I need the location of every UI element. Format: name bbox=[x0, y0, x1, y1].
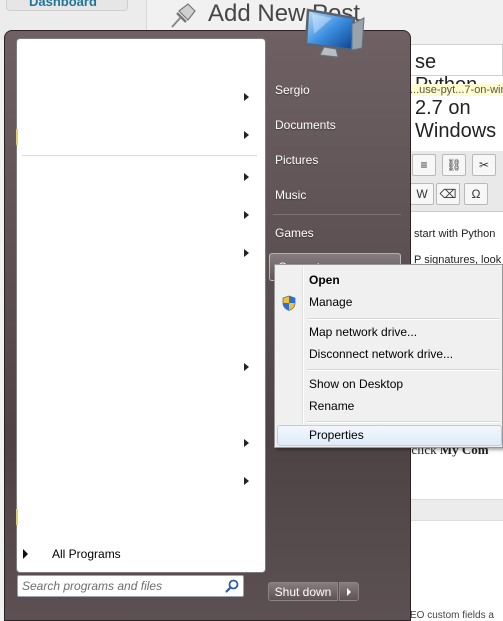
context-item-show-on-desktop[interactable]: Show on Desktop bbox=[277, 374, 502, 395]
computer-icon bbox=[304, 8, 365, 58]
submenu-arrow-icon[interactable] bbox=[244, 173, 249, 181]
chevron-right-icon bbox=[347, 588, 351, 596]
pinned-marker bbox=[16, 129, 18, 145]
eraser-button[interactable]: ⌫ bbox=[436, 183, 460, 205]
context-item-properties[interactable]: Properties bbox=[277, 425, 502, 446]
start-item-user[interactable]: Sergio bbox=[267, 76, 402, 104]
search-input[interactable] bbox=[22, 578, 212, 594]
submenu-arrow-icon[interactable] bbox=[244, 249, 249, 257]
editor-divider bbox=[410, 499, 503, 521]
pushpin-icon bbox=[171, 3, 196, 28]
all-programs-arrow-icon[interactable] bbox=[23, 549, 28, 559]
context-menu: Open Manage Map network drive... Disconn… bbox=[274, 264, 503, 448]
context-item-rename[interactable]: Rename bbox=[277, 396, 502, 417]
context-separator bbox=[307, 318, 500, 320]
permalink-slug: ...use-pyt...7-on-wir bbox=[410, 84, 503, 96]
start-item-pictures[interactable]: Pictures bbox=[267, 146, 402, 174]
start-menu-separator bbox=[273, 214, 401, 215]
context-separator bbox=[307, 421, 500, 423]
context-item-disconnect-network-drive[interactable]: Disconnect network drive... bbox=[277, 344, 502, 365]
post-title-input[interactable]: se Python 2.7 on Windows bbox=[410, 44, 503, 142]
programs-separator bbox=[22, 155, 257, 156]
context-item-manage[interactable]: Manage bbox=[277, 292, 502, 313]
submenu-arrow-icon[interactable] bbox=[244, 477, 249, 485]
context-item-open[interactable]: Open bbox=[277, 270, 502, 291]
programs-panel: All Programs bbox=[16, 38, 266, 573]
special-char-button[interactable]: Ω bbox=[464, 183, 488, 205]
sidebar-item-label: Dashboard bbox=[29, 0, 97, 9]
align-justify-button[interactable]: ≡ bbox=[412, 154, 436, 176]
submenu-arrow-icon[interactable] bbox=[244, 211, 249, 219]
submenu-arrow-icon[interactable] bbox=[244, 439, 249, 447]
editor-text-line: start with Python bbox=[414, 228, 496, 240]
permalink[interactable]: ...use-pyt...7-on-wir bbox=[410, 84, 503, 96]
start-item-games[interactable]: Games bbox=[267, 219, 402, 247]
submenu-arrow-icon[interactable] bbox=[244, 93, 249, 101]
submenu-arrow-icon[interactable] bbox=[244, 131, 249, 139]
paste-word-button[interactable]: W bbox=[410, 183, 434, 205]
context-item-map-network-drive[interactable]: Map network drive... bbox=[277, 322, 502, 343]
pinned-marker bbox=[16, 509, 18, 525]
shutdown-options-button[interactable] bbox=[339, 582, 359, 601]
search-icon[interactable] bbox=[224, 578, 240, 594]
insert-link-button[interactable]: ⛓ bbox=[442, 154, 466, 176]
all-programs-button[interactable]: All Programs bbox=[52, 547, 121, 561]
editor-toolbar: ≡ ⛓ ✂ W ⌫ Ω bbox=[410, 151, 503, 212]
start-item-music[interactable]: Music bbox=[267, 181, 402, 209]
sidebar-item-dashboard[interactable]: Dashboard bbox=[6, 0, 128, 11]
shutdown-button[interactable]: Shut down bbox=[268, 582, 338, 601]
unlink-button[interactable]: ✂ bbox=[472, 154, 496, 176]
start-item-documents[interactable]: Documents bbox=[267, 111, 402, 139]
submenu-arrow-icon[interactable] bbox=[244, 363, 249, 371]
context-separator bbox=[307, 369, 500, 371]
seo-fields-label: EO custom fields a bbox=[410, 610, 494, 621]
search-box[interactable] bbox=[17, 575, 244, 597]
